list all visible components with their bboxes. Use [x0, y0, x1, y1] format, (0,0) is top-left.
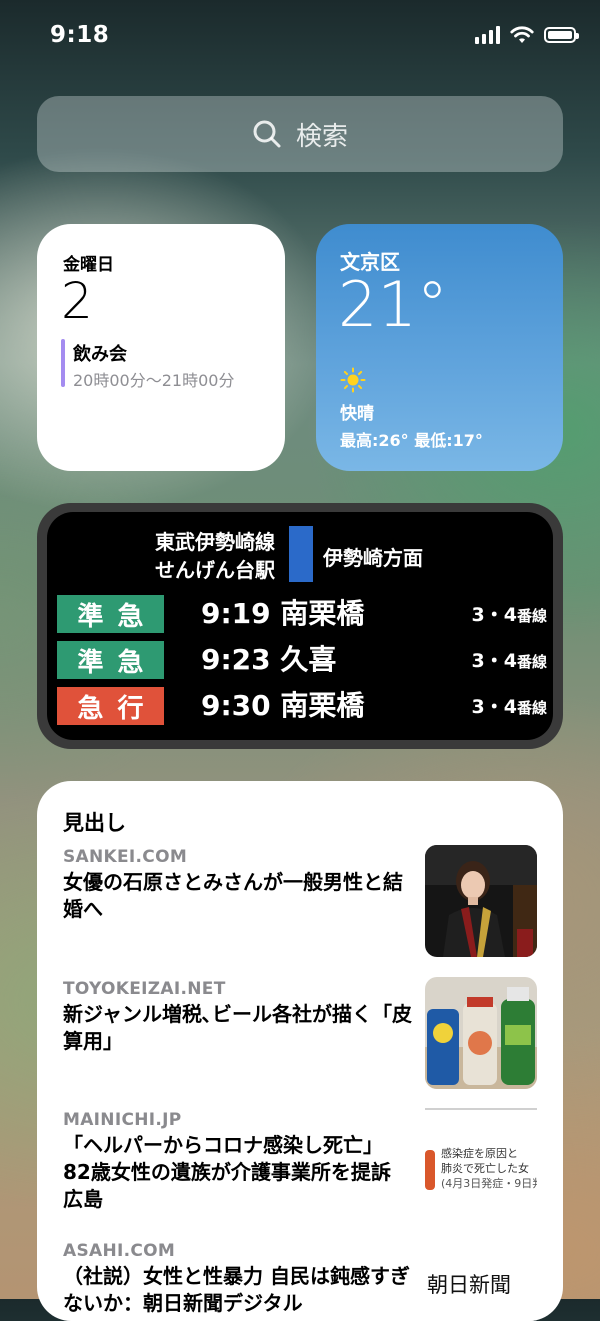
news-header: 見出し — [63, 811, 126, 835]
news-title: 女優の石原さとみさんが一般男性と結婚へ — [63, 870, 403, 921]
departure-time: 9:23 — [201, 643, 271, 676]
train-station: せんげん台駅 — [155, 558, 275, 582]
event-color-bar — [61, 339, 65, 387]
weather-temperature: 21° — [338, 268, 448, 341]
news-title: 「ヘルパーからコロナ感染し死亡」 82歳女性の遺族が介護事業所を提訴 広島 — [63, 1133, 391, 1211]
departure-time: 9:30 — [201, 689, 271, 722]
news-widget[interactable]: 見出し SANKEI.COM 女優の石原さとみさんが一般男性と結婚へ TOYOK… — [37, 781, 563, 1321]
departure-destination: 南栗橋 — [280, 597, 365, 630]
train-line-station: 東武伊勢崎線 せんげん台駅 — [155, 528, 275, 584]
news-title: 新ジャンル増税､ビール各社が描く「皮算用」 — [63, 1002, 412, 1053]
train-type-badge: 急行 — [57, 687, 164, 725]
departure-row: 準急 9:19 南栗橋 3・4番線 — [57, 595, 547, 633]
thumb-line: (4月3日発症・9日判 — [441, 1177, 537, 1190]
departure-time-destination: 9:19 南栗橋 — [201, 595, 364, 633]
news-item[interactable]: TOYOKEIZAI.NET 新ジャンル増税､ビール各社が描く「皮算用」 — [63, 977, 537, 1089]
status-bar: 9:18 — [0, 0, 600, 70]
thumb-text: 感染症を原因と 肺炎で死亡した女 (4月3日発症・9日判 — [441, 1146, 537, 1191]
departure-row: 準急 9:23 久喜 3・4番線 — [57, 641, 547, 679]
weather-high-low: 最高:26° 最低:17° — [340, 431, 483, 450]
cellular-signal-icon — [475, 26, 500, 44]
departure-platform: 3・4番線 — [472, 595, 547, 636]
news-thumbnail: 感染症を原因と 肺炎で死亡した女 (4月3日発症・9日判 — [425, 1108, 537, 1220]
weather-condition: 快晴 — [340, 404, 374, 424]
status-time: 9:18 — [50, 22, 110, 48]
event-title: 飲み会 — [73, 344, 127, 365]
news-title: （社説）女性と性暴力 自民は鈍感すぎないか：朝日新聞デジタル — [63, 1264, 410, 1315]
news-thumbnail — [425, 845, 537, 957]
thumb-logo-text: 朝日新聞 — [427, 1273, 511, 1297]
departure-platform: 3・4番線 — [472, 687, 547, 728]
platform-suffix: 番線 — [516, 607, 547, 625]
news-thumbnail — [425, 977, 537, 1089]
train-type-badge: 準急 — [57, 641, 164, 679]
battery-icon — [544, 27, 579, 43]
departure-time-destination: 9:23 久喜 — [201, 641, 336, 679]
wifi-icon — [510, 26, 534, 43]
news-item[interactable]: MAINICHI.JP 「ヘルパーからコロナ感染し死亡」 82歳女性の遺族が介護… — [63, 1108, 537, 1220]
calendar-day: 2 — [61, 272, 93, 330]
calendar-widget[interactable]: 金曜日 2 飲み会 20時00分〜21時00分 — [37, 224, 285, 471]
event-time: 20時00分〜21時00分 — [73, 371, 235, 390]
line-color-bar — [289, 526, 313, 582]
departure-destination: 南栗橋 — [280, 689, 365, 722]
thumb-line: 感染症を原因と — [441, 1147, 518, 1160]
thumb-rule — [425, 1108, 537, 1110]
train-line: 東武伊勢崎線 — [155, 530, 275, 554]
weather-widget[interactable]: 文京区 21° 快晴 最高:26° 最低:17° — [316, 224, 563, 471]
departure-platform: 3・4番線 — [472, 641, 547, 682]
platform-suffix: 番線 — [516, 653, 547, 671]
platform-number: 3・4 — [471, 696, 517, 718]
news-item[interactable]: ASAHI.COM （社説）女性と性暴力 自民は鈍感すぎないか：朝日新聞デジタル… — [63, 1239, 537, 1321]
thumb-line: 肺炎で死亡した女 — [441, 1162, 529, 1175]
departure-board: 東武伊勢崎線 せんげん台駅 伊勢崎方面 準急 9:19 南栗橋 3・4番線 準急… — [47, 512, 553, 740]
status-icons — [475, 26, 579, 44]
search-icon — [253, 120, 281, 148]
departure-destination: 久喜 — [280, 643, 337, 676]
sun-icon — [340, 367, 366, 393]
platform-number: 3・4 — [471, 604, 517, 626]
news-thumbnail: 朝日新聞 — [425, 1239, 537, 1321]
platform-number: 3・4 — [471, 650, 517, 672]
train-direction: 伊勢崎方面 — [323, 546, 423, 570]
search-placeholder: 検索 — [295, 121, 348, 152]
departure-time-destination: 9:30 南栗橋 — [201, 687, 364, 725]
train-departure-widget[interactable]: 東武伊勢崎線 せんげん台駅 伊勢崎方面 準急 9:19 南栗橋 3・4番線 準急… — [37, 503, 563, 749]
news-item[interactable]: SANKEI.COM 女優の石原さとみさんが一般男性と結婚へ — [63, 845, 537, 957]
platform-suffix: 番線 — [516, 699, 547, 717]
departure-time: 9:19 — [201, 597, 271, 630]
search-bar[interactable]: 検索 — [37, 96, 563, 172]
train-type-badge: 準急 — [57, 595, 164, 633]
thumb-accent — [425, 1150, 435, 1190]
departure-row: 急行 9:30 南栗橋 3・4番線 — [57, 687, 547, 725]
